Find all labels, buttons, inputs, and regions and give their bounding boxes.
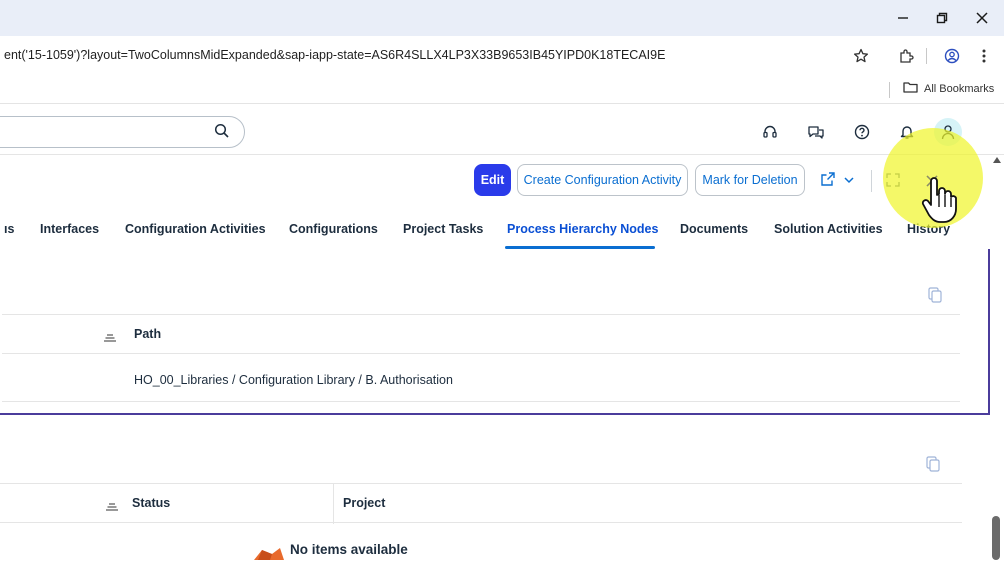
mark-for-deletion-button[interactable]: Mark for Deletion (695, 164, 805, 196)
all-bookmarks-button[interactable]: All Bookmarks (903, 81, 994, 96)
share-icon (820, 171, 836, 190)
search-icon[interactable] (214, 123, 232, 141)
section-tabs: ıs Interfaces Configuration Activities C… (0, 208, 990, 250)
url-text[interactable]: ent('15-1059')?layout=TwoColumnsMidExpan… (4, 48, 665, 62)
hand-pointer-icon (920, 177, 960, 225)
path-cell: HO_00_Libraries / Configuration Library … (134, 373, 453, 387)
tab-project-tasks[interactable]: Project Tasks (403, 222, 483, 236)
search-field[interactable] (0, 116, 245, 148)
help-icon[interactable] (851, 121, 873, 143)
minimize-icon[interactable] (888, 6, 918, 30)
toolbar-separator (871, 170, 872, 192)
tab-solution-activities[interactable]: Solution Activities (774, 222, 883, 236)
profile-icon[interactable] (940, 44, 964, 68)
column-menu-icon[interactable] (104, 330, 116, 342)
column-menu-icon[interactable] (106, 499, 118, 511)
address-bar: ent('15-1059')?layout=TwoColumnsMidExpan… (0, 36, 1004, 76)
all-bookmarks-label: All Bookmarks (924, 82, 995, 95)
page-scrollbar[interactable] (990, 156, 1004, 560)
copy-icon[interactable] (928, 287, 944, 303)
edit-button[interactable]: Edit (474, 164, 511, 196)
tab-configuration-activities[interactable]: Configuration Activities (125, 222, 266, 236)
create-configuration-activity-button[interactable]: Create Configuration Activity (517, 164, 688, 196)
tab-configurations[interactable]: Configurations (289, 222, 378, 236)
column-header-project[interactable]: Project (343, 496, 385, 510)
share-menu-button[interactable] (812, 164, 862, 196)
star-icon[interactable] (849, 44, 873, 68)
address-separator (926, 48, 927, 64)
column-header-status[interactable]: Status (132, 496, 170, 510)
extensions-icon[interactable] (894, 44, 918, 68)
headset-icon[interactable] (759, 121, 781, 143)
scroll-thumb[interactable] (992, 516, 1000, 560)
column-divider (333, 484, 334, 524)
more-vertical-icon[interactable] (972, 44, 996, 68)
no-data-illustration (252, 546, 286, 560)
table-header: Status Project (0, 483, 962, 524)
close-icon[interactable] (967, 6, 997, 30)
tab-interfaces[interactable]: Interfaces (40, 222, 99, 236)
object-page-toolbar: Edit Create Configuration Activity Mark … (0, 156, 990, 206)
scroll-up-arrow-icon[interactable] (993, 157, 1001, 163)
tab-process-hierarchy-nodes[interactable]: Process Hierarchy Nodes (507, 222, 658, 236)
tab-partial[interactable]: ıs (4, 222, 14, 236)
no-items-text: No items available (290, 542, 408, 557)
bookmarks-bar: All Bookmarks (0, 76, 1004, 104)
process-hierarchy-nodes-section: Path HO_00_Libraries / Configuration Lib… (0, 249, 990, 415)
table-row[interactable]: HO_00_Libraries / Configuration Library … (2, 358, 960, 402)
shell-bar (0, 105, 1004, 155)
tab-documents[interactable]: Documents (680, 222, 748, 236)
folder-icon (903, 81, 918, 96)
restore-icon[interactable] (927, 6, 957, 30)
related-items-section: Status Project No items available (0, 430, 990, 560)
feedback-icon[interactable] (805, 121, 827, 143)
bookmarks-separator (889, 82, 890, 98)
chevron-down-icon (844, 173, 854, 187)
copy-icon[interactable] (926, 456, 942, 472)
table-header: Path (2, 314, 960, 354)
column-header-path[interactable]: Path (134, 327, 161, 341)
window-title-bar (0, 0, 1004, 36)
